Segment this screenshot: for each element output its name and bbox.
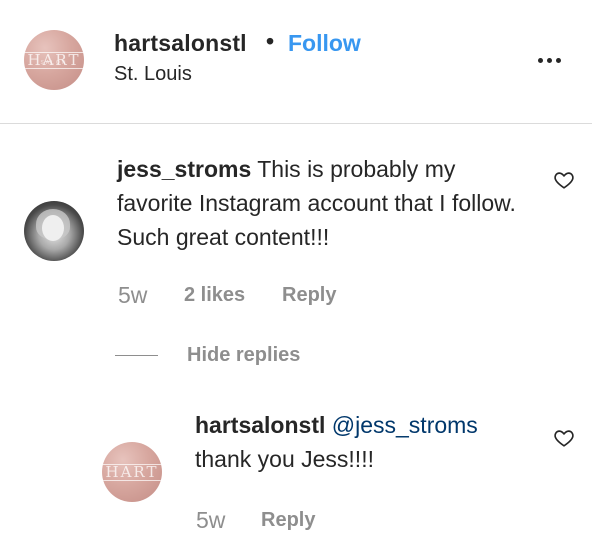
reply-avatar[interactable]: HART (102, 442, 162, 502)
comment-likes[interactable]: 2 likes (184, 284, 245, 307)
replies-divider (115, 355, 158, 356)
more-dot (538, 57, 543, 63)
separator-dot: • (266, 28, 275, 54)
hart-logo-subtext: SALON (40, 60, 68, 66)
like-heart-icon[interactable] (553, 169, 575, 191)
more-dot (556, 57, 561, 63)
comment-timestamp[interactable]: 5w (118, 282, 147, 309)
comment-username[interactable]: jess_stroms (117, 156, 251, 182)
hide-replies-button[interactable]: Hide replies (187, 344, 300, 367)
jess-stroms-avatar[interactable] (24, 201, 84, 261)
hartsalonstl-avatar[interactable]: HART SALON (24, 30, 84, 90)
more-options-icon[interactable] (538, 45, 568, 75)
more-dot (547, 57, 552, 63)
reply-mention[interactable]: @jess_stroms (332, 412, 478, 438)
reply-like-heart-icon[interactable] (553, 427, 575, 449)
reply-timestamp[interactable]: 5w (196, 507, 225, 534)
header-username[interactable]: hartsalonstl (114, 30, 247, 57)
comment-reply-button[interactable]: Reply (282, 284, 336, 307)
comment-body: jess_stroms This is probably my favorite… (117, 152, 537, 254)
hart-logo: HART (102, 463, 162, 481)
reply-reply-button[interactable]: Reply (261, 509, 315, 532)
avatar-photo-face (42, 215, 64, 241)
reply-body: hartsalonstl @jess_stroms thank you Jess… (195, 408, 535, 476)
reply-text: thank you Jess!!!! (195, 446, 374, 472)
follow-button[interactable]: Follow (288, 30, 361, 57)
post-header: HART SALON hartsalonstl • Follow St. Lou… (0, 0, 592, 124)
reply-username[interactable]: hartsalonstl (195, 412, 325, 438)
location-link[interactable]: St. Louis (114, 63, 192, 86)
